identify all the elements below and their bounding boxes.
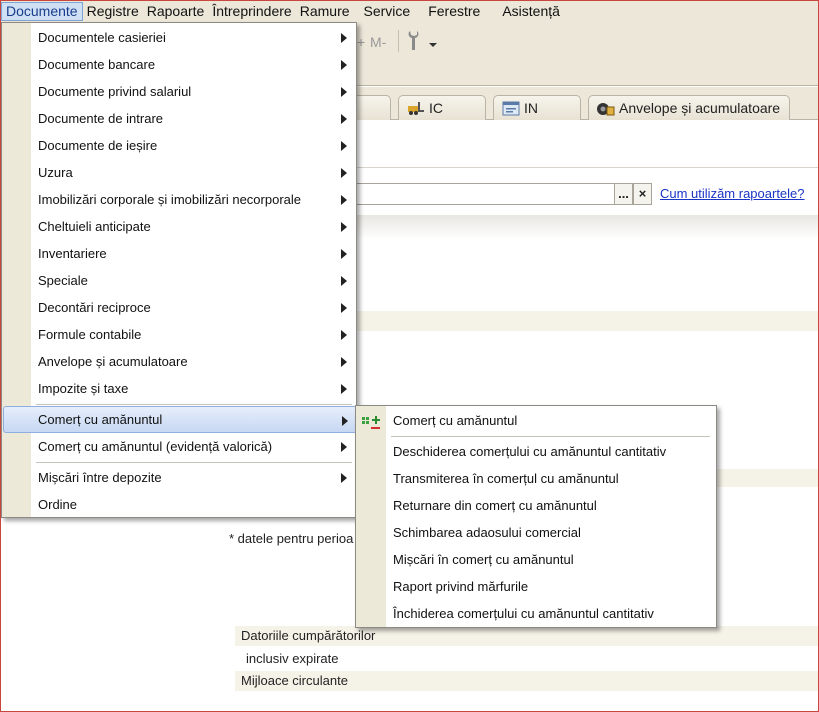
menu-separator: [391, 436, 710, 437]
submenu-arrow-icon: [341, 60, 347, 70]
memory-plus-button[interactable]: +: [357, 34, 365, 50]
submenu-arrow-icon: [341, 141, 347, 151]
menu-item-documente-salariu[interactable]: Documente privind salariul: [3, 78, 355, 105]
submenu-item-inchiderea[interactable]: Închiderea comerțului cu amănuntul canti…: [357, 600, 715, 627]
menu-item-cheltuieli-anticipate[interactable]: Cheltuieli anticipate: [3, 213, 355, 240]
report-row: Datoriile cumpărătorilor: [235, 626, 818, 646]
submenu-arrow-icon: [341, 222, 347, 232]
submenu-arrow-icon: [341, 87, 347, 97]
menu-item-documentele-casieriei[interactable]: Documentele casieriei: [3, 24, 355, 51]
menu-item-documente-bancare[interactable]: Documente bancare: [3, 51, 355, 78]
submenu-arrow-icon: [341, 473, 347, 483]
menu-item-uzura[interactable]: Uzura: [3, 159, 355, 186]
menu-item-speciale[interactable]: Speciale: [3, 267, 355, 294]
menu-item-documente-intrare[interactable]: Documente de intrare: [3, 105, 355, 132]
menu-separator: [36, 462, 352, 463]
tire-battery-icon: [597, 101, 615, 116]
menu-item-anvelope[interactable]: Anvelope și acumulatoare: [3, 348, 355, 375]
comert-amanuntul-submenu: Comerț cu amănuntul Deschiderea comerțul…: [355, 405, 717, 628]
menu-item-miscari-depozite[interactable]: Mișcări între depozite: [3, 464, 355, 491]
menu-item-comert-evidenta-valorica[interactable]: Comerț cu amănuntul (evidență valorică): [3, 433, 355, 460]
menu-registre[interactable]: Registre: [83, 2, 143, 21]
menu-ferestre[interactable]: Ferestre: [424, 2, 484, 21]
report-row: Mijloace circulante: [235, 671, 818, 691]
menu-intreprindere[interactable]: Întreprindere: [208, 2, 295, 21]
submenu-arrow-icon: [341, 330, 347, 340]
tab-in[interactable]: IN: [493, 95, 581, 120]
submenu-arrow-icon: [341, 33, 347, 43]
menu-item-comert-amanuntul[interactable]: Comerț cu amănuntul: [3, 406, 357, 433]
tab-ic[interactable]: IC: [398, 95, 486, 120]
submenu-item-schimbarea-adaosului[interactable]: Schimbarea adaosului comercial: [357, 519, 715, 546]
document-window-icon: [502, 101, 520, 116]
menu-ramure[interactable]: Ramure: [296, 2, 354, 21]
menu-item-ordine[interactable]: Ordine: [3, 491, 355, 518]
submenu-arrow-icon: [341, 303, 347, 313]
menu-documente[interactable]: Documente: [1, 2, 83, 21]
submenu-item-transmiterea[interactable]: Transmiterea în comerțul cu amănuntul: [357, 465, 715, 492]
submenu-item-comert-amanuntul[interactable]: Comerț cu amănuntul: [357, 407, 715, 434]
submenu-arrow-icon: [341, 384, 347, 394]
tab-anvelope[interactable]: Anvelope și acumulatoare: [588, 95, 790, 120]
documente-menu: Documentele casieriei Documente bancare …: [1, 22, 357, 518]
submenu-arrow-icon: [341, 114, 347, 124]
menu-item-decontari-reciproce[interactable]: Decontări reciproce: [3, 294, 355, 321]
menu-item-impozite-taxe[interactable]: Impozite și taxe: [3, 375, 355, 402]
submenu-item-returnare[interactable]: Returnare din comerț cu amănuntul: [357, 492, 715, 519]
menu-service[interactable]: Service: [360, 2, 415, 21]
submenu-arrow-icon: [341, 276, 347, 286]
submenu-item-deschiderea[interactable]: Deschiderea comerțului cu amănuntul cant…: [357, 438, 715, 465]
help-link[interactable]: Cum utilizăm rapoartele?: [660, 186, 805, 201]
toolbar-separator: [398, 30, 399, 52]
submenu-arrow-icon: [341, 249, 347, 259]
period-note: * datele pentru perioa: [229, 531, 354, 546]
menu-item-inventariere[interactable]: Inventariere: [3, 240, 355, 267]
tools-icon[interactable]: [405, 28, 439, 57]
menu-separator: [36, 404, 352, 405]
forklift-icon: [407, 101, 425, 116]
submenu-arrow-icon: [341, 442, 347, 452]
menu-item-imobilizari[interactable]: Imobilizări corporale și imobilizări nec…: [3, 186, 355, 213]
clear-button[interactable]: ×: [633, 183, 652, 205]
submenu-arrow-icon: [342, 416, 348, 426]
memory-minus-button[interactable]: M-: [370, 34, 386, 50]
submenu-item-raport-marfuri[interactable]: Raport privind mărfurile: [357, 573, 715, 600]
journal-add-icon: [362, 413, 380, 440]
submenu-item-miscari-comert[interactable]: Mișcări în comerț cu amănuntul: [357, 546, 715, 573]
report-row: inclusiv expirate: [246, 651, 339, 666]
submenu-arrow-icon: [341, 195, 347, 205]
menu-bar: Documente Registre Rapoarte Întreprinder…: [1, 1, 818, 22]
menu-item-formule-contabile[interactable]: Formule contabile: [3, 321, 355, 348]
submenu-arrow-icon: [341, 357, 347, 367]
menu-rapoarte[interactable]: Rapoarte: [143, 2, 209, 21]
menu-item-documente-iesire[interactable]: Documente de ieșire: [3, 132, 355, 159]
browse-button[interactable]: ...: [614, 183, 633, 205]
menu-asistenta[interactable]: Asistență: [498, 2, 564, 21]
submenu-arrow-icon: [341, 168, 347, 178]
